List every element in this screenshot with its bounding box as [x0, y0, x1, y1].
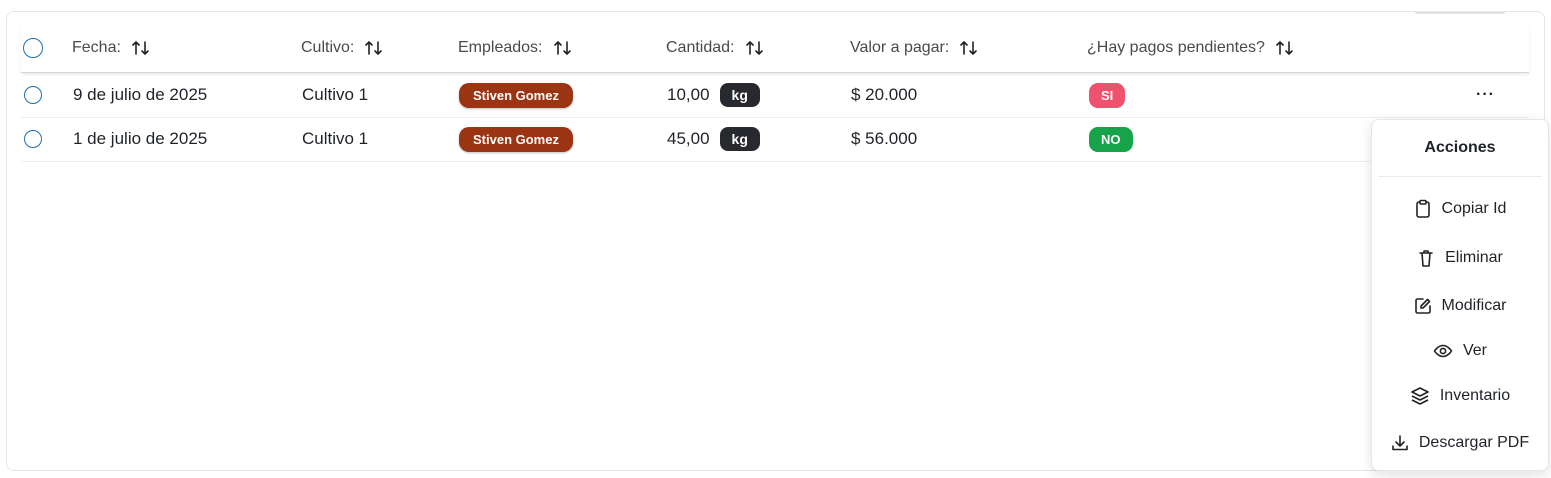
quantity-value: 10,00	[667, 85, 710, 104]
unit-badge: kg	[719, 83, 760, 107]
menu-item-label: Descargar PDF	[1418, 434, 1530, 451]
harvest-table-card: Fecha: Cultivo: Empleados: Cantidad: Val…	[6, 11, 1545, 471]
eye-icon	[1433, 344, 1453, 358]
cell-cultivo: Cultivo 1	[302, 129, 369, 148]
menu-divider	[1378, 176, 1542, 177]
employee-badge: Stiven Gomez	[459, 126, 573, 152]
column-header-pendientes[interactable]: ¿Hay pagos pendientes?	[1087, 24, 1295, 72]
select-all-radio[interactable]	[23, 38, 43, 58]
menu-item-label: Modificar	[1441, 297, 1507, 314]
sort-arrows-icon[interactable]	[959, 39, 979, 57]
status-badge: NO	[1089, 126, 1133, 152]
cell-empleados: Stiven Gomez	[459, 117, 573, 161]
row-select-radio[interactable]	[24, 86, 42, 104]
quantity-value: 45,00	[667, 129, 710, 148]
cell-cultivo: Cultivo 1	[302, 85, 369, 104]
sort-arrows-icon[interactable]	[745, 39, 765, 57]
column-header-label: ¿Hay pagos pendientes?	[1087, 39, 1265, 56]
select-all-cell	[23, 24, 43, 72]
menu-item-eliminar[interactable]: Eliminar	[1372, 238, 1548, 278]
row-select-cell	[24, 117, 42, 161]
column-header-valor[interactable]: Valor a pagar:	[850, 24, 979, 72]
column-header-empleados[interactable]: Empleados:	[458, 24, 573, 72]
menu-item-ver[interactable]: Ver	[1372, 331, 1548, 371]
menu-item-inventario[interactable]: Inventario	[1372, 376, 1548, 416]
column-header-cultivo[interactable]: Cultivo:	[301, 24, 384, 72]
table-row[interactable]: 9 de julio de 2025 Cultivo 1 Stiven Gome…	[21, 73, 1529, 118]
menu-item-label: Copiar Id	[1441, 200, 1507, 217]
sort-arrows-icon[interactable]	[1275, 39, 1295, 57]
menu-item-label: Ver	[1462, 342, 1487, 359]
row-select-cell	[24, 73, 42, 117]
menu-item-copiar-id[interactable]: Copiar Id	[1372, 189, 1548, 229]
table-row[interactable]: 1 de julio de 2025 Cultivo 1 Stiven Gome…	[21, 117, 1529, 162]
download-icon	[1392, 435, 1408, 451]
column-header-cantidad[interactable]: Cantidad:	[666, 24, 765, 72]
trash-icon	[1419, 250, 1433, 267]
cell-valor: $ 56.000	[851, 129, 918, 148]
column-header-label: Valor a pagar:	[850, 39, 950, 56]
cell-cantidad: 45,00 kg	[667, 117, 760, 161]
column-header-label: Cantidad:	[666, 39, 735, 56]
employee-badge: Stiven Gomez	[459, 82, 573, 108]
sort-arrows-icon[interactable]	[364, 39, 384, 57]
cell-fecha: 1 de julio de 2025	[73, 129, 208, 148]
sort-arrows-icon[interactable]	[131, 39, 151, 57]
unit-badge: kg	[719, 127, 760, 151]
top-edge-tab	[1415, 12, 1505, 14]
edit-icon	[1414, 298, 1431, 314]
cell-valor: $ 20.000	[851, 85, 918, 104]
status-badge: SI	[1089, 82, 1126, 108]
cell-pendientes: SI	[1089, 73, 1126, 117]
column-header-label: Cultivo:	[301, 39, 355, 56]
column-header-label: Fecha:	[72, 39, 121, 56]
menu-item-label: Eliminar	[1445, 249, 1503, 266]
layers-icon	[1411, 387, 1429, 405]
cell-empleados: Stiven Gomez	[459, 73, 573, 117]
table-header: Fecha: Cultivo: Empleados: Cantidad: Val…	[21, 24, 1529, 73]
row-select-radio[interactable]	[24, 130, 42, 148]
row-actions-button[interactable]: ···	[1476, 73, 1495, 117]
actions-menu: Acciones Copiar Id Eliminar Modificar Ve…	[1371, 119, 1549, 471]
cell-pendientes: NO	[1089, 117, 1133, 161]
column-header-label: Empleados:	[458, 39, 543, 56]
menu-item-modificar[interactable]: Modificar	[1372, 286, 1548, 326]
cell-fecha: 9 de julio de 2025	[73, 85, 208, 104]
cell-cantidad: 10,00 kg	[667, 73, 760, 117]
menu-item-descargar-pdf[interactable]: Descargar PDF	[1372, 423, 1548, 463]
menu-item-label: Inventario	[1439, 387, 1511, 404]
sort-arrows-icon[interactable]	[553, 39, 573, 57]
column-header-fecha[interactable]: Fecha:	[72, 24, 151, 72]
clipboard-icon	[1415, 199, 1430, 218]
actions-menu-title: Acciones	[1424, 139, 1496, 156]
